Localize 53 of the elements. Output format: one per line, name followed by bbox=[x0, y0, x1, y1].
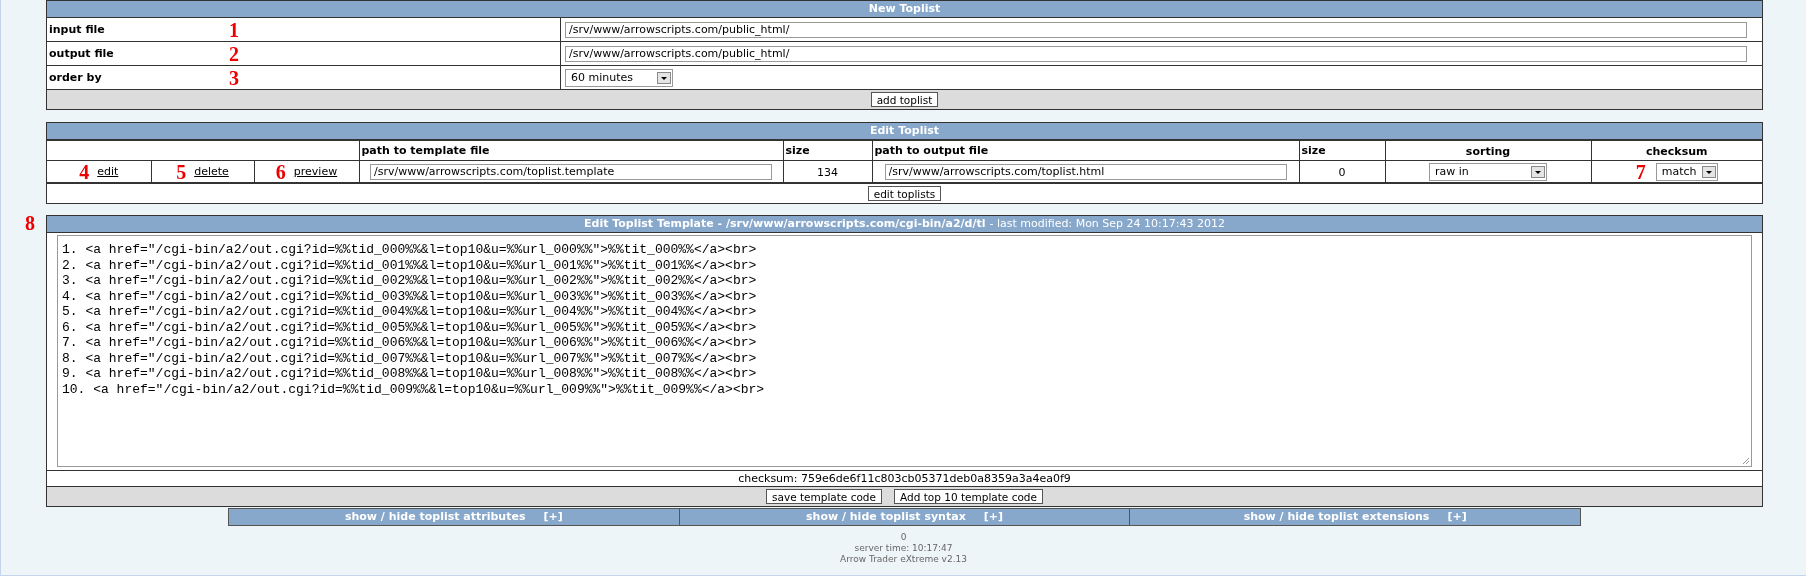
code-line: 2. <a href="/cgi-bin/a2/out.cgi?id=%%tid_001%%&l=top10&u=%%url_001%%">%%tit_001%%</a><br> bbox=[62, 257, 758, 273]
column-header: checksum bbox=[1646, 144, 1708, 158]
code-line: 1. <a href="/cgi-bin/a2/out.cgi?id=%%tid_000%%&l=top10&u=%%url_000%%">%%tit_000%%</a><br> bbox=[62, 242, 758, 258]
sorting-dropdown[interactable]: raw in bbox=[1429, 162, 1547, 181]
edit-toplists-button[interactable]: edit toplists bbox=[867, 186, 942, 201]
action-link[interactable]: edit bbox=[97, 165, 119, 178]
field-label: order by bbox=[49, 71, 103, 84]
marker-number: 2 bbox=[229, 43, 239, 64]
input-field[interactable]: /srv/www/arrowscripts.com/public_html/ bbox=[565, 45, 1747, 62]
output-path-field[interactable]: /srv/www/arrowscripts.com/toplist.html bbox=[884, 163, 1287, 180]
marker-number: 5 bbox=[176, 160, 187, 183]
footer-text: Arrow Trader eXtreme v2.13 bbox=[839, 554, 968, 565]
column-header: sorting bbox=[1465, 144, 1511, 158]
code-line: 9. <a href="/cgi-bin/a2/out.cgi?id=%%tid_008%%&l=top10&u=%%url_008%%">%%tit_008%%</a><br> bbox=[62, 366, 758, 382]
column-header: size bbox=[1301, 144, 1326, 157]
action-link[interactable]: preview bbox=[293, 165, 338, 178]
field-label: input file bbox=[49, 23, 106, 36]
marker-number: 6 bbox=[275, 160, 286, 183]
template-path-field[interactable]: /srv/www/arrowscripts.com/toplist.template bbox=[370, 163, 772, 180]
footer-text: 0 bbox=[899, 532, 908, 543]
resize-grip-icon[interactable] bbox=[1740, 455, 1750, 465]
checksum-text: checksum: 759e6de6f11c803cb05371deb0a8359a3a4ea0f9 bbox=[738, 472, 1071, 485]
marker-number: 1 bbox=[229, 19, 239, 40]
checksum-dropdown[interactable]: match bbox=[1655, 162, 1718, 181]
size-value: 134 bbox=[817, 165, 838, 179]
input-field[interactable]: /srv/www/arrowscripts.com/public_html/ bbox=[565, 21, 1747, 38]
action-link[interactable]: delete bbox=[194, 165, 229, 178]
add-toplist-button[interactable]: add toplist bbox=[870, 92, 939, 107]
size-value: 0 bbox=[1338, 165, 1346, 179]
code-line: 3. <a href="/cgi-bin/a2/out.cgi?id=%%tid_002%%&l=top10&u=%%url_002%%">%%tit_002%%</a><br> bbox=[62, 273, 758, 289]
last-modified-text: - last modified: Mon Sep 24 10:17:43 2012 bbox=[989, 217, 1225, 230]
select-dropdown[interactable]: 60 minutes bbox=[565, 68, 673, 87]
template-button[interactable]: Add top 10 template code bbox=[894, 489, 1043, 504]
code-line: 6. <a href="/cgi-bin/a2/out.cgi?id=%%tid_005%%&l=top10&u=%%url_005%%">%%tit_005%%</a><br> bbox=[62, 319, 758, 335]
template-button[interactable]: save template code bbox=[766, 489, 882, 504]
marker-number: 4 bbox=[79, 160, 90, 183]
code-line: 8. <a href="/cgi-bin/a2/out.cgi?id=%%tid_007%%&l=top10&u=%%url_007%%">%%tit_007%%</a><br> bbox=[62, 350, 758, 366]
marker-number: 7 bbox=[1635, 160, 1646, 183]
code-line: 4. <a href="/cgi-bin/a2/out.cgi?id=%%tid_003%%&l=top10&u=%%url_003%%">%%tit_003%%</a><br> bbox=[62, 288, 758, 304]
marker-number: 8 bbox=[25, 213, 35, 233]
template-code-editor[interactable] bbox=[57, 235, 1752, 467]
panel-header: New Toplist bbox=[47, 1, 1762, 18]
column-header: size bbox=[785, 144, 810, 157]
column-header: path to template file bbox=[361, 144, 490, 157]
footer-text: server time: 10:17:47 bbox=[853, 543, 954, 554]
panel-header: Edit Toplist bbox=[47, 123, 1762, 140]
panel-header: Edit Toplist Template - /srv/www/arrowscripts.com/cgi-bin/a2/d/tl bbox=[584, 217, 986, 230]
code-line: 10. <a href="/cgi-bin/a2/out.cgi?id=%%tid_009%%&l=top10&u=%%url_009%%">%%tit_009%%</a><br> bbox=[62, 381, 766, 397]
field-label: output file bbox=[49, 47, 115, 60]
code-line: 7. <a href="/cgi-bin/a2/out.cgi?id=%%tid_006%%&l=top10&u=%%url_006%%">%%tit_006%%</a><br> bbox=[62, 335, 758, 351]
code-line: 5. <a href="/cgi-bin/a2/out.cgi?id=%%tid_004%%&l=top10&u=%%url_004%%">%%tit_004%%</a><br> bbox=[62, 304, 758, 320]
marker-number: 3 bbox=[229, 67, 239, 88]
column-header: path to output file bbox=[874, 144, 989, 157]
